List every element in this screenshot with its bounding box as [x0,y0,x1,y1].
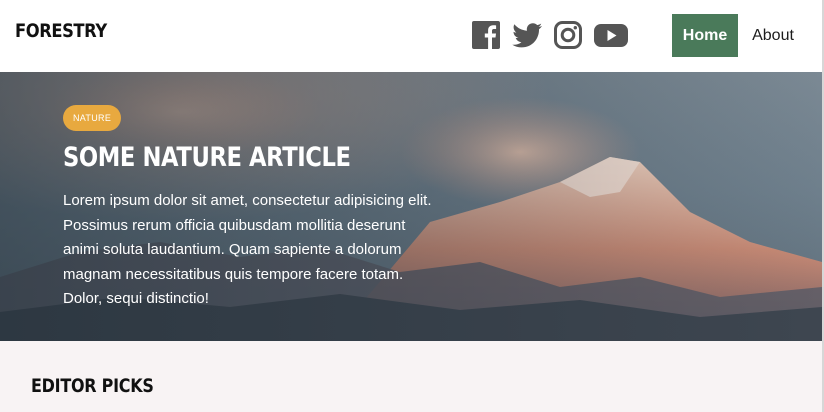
section-heading: EDITOR PICKS [31,375,154,397]
facebook-icon[interactable] [471,20,501,50]
article-title[interactable]: SOME NATURE ARTICLE [63,142,351,173]
nav-about-link[interactable]: About [738,14,808,57]
hero-banner: NATURE SOME NATURE ARTICLE Lorem ipsum d… [0,72,822,341]
nav-home-link[interactable]: Home [672,14,738,57]
editor-picks-section: EDITOR PICKS [0,341,822,412]
youtube-icon[interactable] [593,20,629,50]
category-badge[interactable]: NATURE [63,105,122,131]
instagram-icon[interactable] [553,20,583,50]
twitter-icon[interactable] [511,20,543,50]
article-excerpt: Lorem ipsum dolor sit amet, consectetur … [63,192,432,307]
brand-logo[interactable]: FORESTRY [15,20,107,42]
page: FORESTRY Home About NATURE SOME NATURE A… [0,0,824,412]
site-header: FORESTRY Home About [0,0,822,72]
